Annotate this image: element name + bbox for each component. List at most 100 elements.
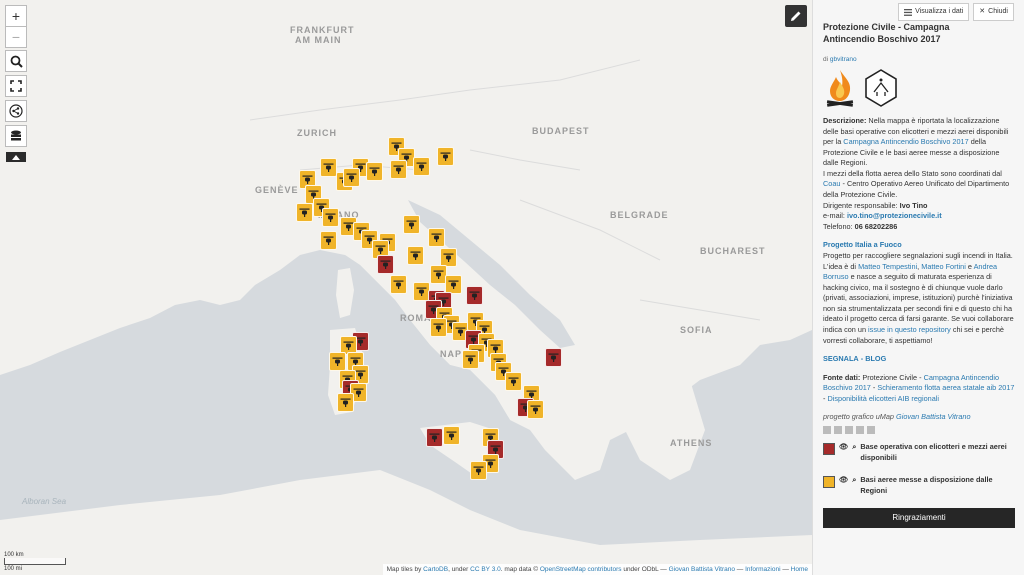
credit-link[interactable]: Giovan Battista Vitrano bbox=[896, 412, 971, 421]
city-label: BUCHAREST bbox=[700, 246, 766, 256]
source-link[interactable]: Disponibilità elicotteri AIB regionali bbox=[827, 394, 939, 403]
collapse-button[interactable] bbox=[6, 152, 26, 162]
segnala-link[interactable]: SEGNALA bbox=[823, 354, 859, 363]
helicopter-icon bbox=[340, 398, 351, 407]
download-icon[interactable] bbox=[845, 426, 853, 435]
helicopter-icon bbox=[299, 208, 310, 217]
zoom-icon[interactable]: ⌕ bbox=[852, 442, 856, 453]
marker-base-operativa[interactable] bbox=[545, 348, 562, 367]
collapse-icon bbox=[12, 154, 20, 160]
fullscreen-button[interactable] bbox=[5, 75, 27, 97]
helicopter-icon bbox=[416, 162, 427, 171]
license-link[interactable]: CC BY 3.0 bbox=[470, 566, 501, 573]
phone-number: 06 68202286 bbox=[854, 221, 898, 231]
panel-description: Descrizione: Nella mappa è riportata la … bbox=[823, 116, 1015, 528]
layers-button[interactable] bbox=[5, 125, 27, 147]
list-icon bbox=[904, 8, 913, 16]
source-text: Protezione Civile - bbox=[862, 372, 922, 382]
edit-map-button[interactable] bbox=[785, 5, 807, 27]
marker-base-regione[interactable] bbox=[527, 400, 544, 419]
marker-base-regione[interactable] bbox=[390, 160, 407, 179]
view-data-button[interactable]: Visualizza i dati bbox=[898, 3, 970, 22]
project-link[interactable]: Progetto Italia a Fuoco bbox=[823, 240, 902, 249]
person-link[interactable]: Matteo Fortini bbox=[921, 262, 966, 271]
coau-link[interactable]: Coau bbox=[823, 179, 840, 188]
marker-base-regione[interactable] bbox=[296, 203, 313, 222]
home-link[interactable]: Home bbox=[791, 566, 808, 573]
osm-link[interactable]: OpenStreetMap contributors bbox=[540, 566, 622, 573]
marker-base-regione[interactable] bbox=[407, 246, 424, 265]
eye-icon[interactable]: 👁 bbox=[839, 442, 848, 453]
marker-base-regione[interactable] bbox=[470, 461, 487, 480]
helicopter-icon bbox=[325, 213, 336, 222]
marker-base-operativa[interactable] bbox=[377, 255, 394, 274]
marker-base-regione[interactable] bbox=[437, 147, 454, 166]
thanks-button[interactable]: Ringraziamenti bbox=[823, 508, 1015, 528]
marker-base-regione[interactable] bbox=[403, 215, 420, 234]
legend-item[interactable]: 👁 ⌕ Basi aeree messe a disposizione dall… bbox=[823, 475, 1015, 496]
marker-base-regione[interactable] bbox=[505, 372, 522, 391]
share-icon bbox=[9, 104, 23, 118]
marker-base-regione[interactable] bbox=[390, 275, 407, 294]
helicopter-icon bbox=[446, 431, 457, 440]
campaign-link[interactable]: Campagna Antincendio Boschivo 2017 bbox=[843, 137, 968, 146]
legend-label: Base operativa con elicotteri e mezzi ae… bbox=[860, 442, 1007, 462]
city-label: BUDAPEST bbox=[532, 126, 590, 136]
marker-base-operativa[interactable] bbox=[466, 286, 483, 305]
embed-icon[interactable] bbox=[823, 426, 831, 435]
marker-base-regione[interactable] bbox=[343, 168, 360, 187]
marker-base-regione[interactable] bbox=[320, 231, 337, 250]
attribution-text: , under bbox=[448, 566, 469, 573]
marker-base-regione[interactable] bbox=[443, 426, 460, 445]
blog-link[interactable]: BLOG bbox=[865, 354, 886, 363]
marker-base-operativa[interactable] bbox=[426, 428, 443, 447]
helicopter-icon bbox=[465, 355, 476, 364]
helicopter-icon bbox=[469, 291, 480, 300]
responsible-name: Ivo Tino bbox=[899, 200, 928, 210]
marker-base-regione[interactable] bbox=[366, 162, 383, 181]
eye-icon[interactable]: 👁 bbox=[839, 475, 848, 486]
phone-label: Telefono: bbox=[823, 221, 853, 231]
info-link[interactable]: Informazioni bbox=[745, 566, 780, 573]
marker-base-regione[interactable] bbox=[428, 228, 445, 247]
marker-base-regione[interactable] bbox=[329, 352, 346, 371]
marker-base-regione[interactable] bbox=[462, 350, 479, 369]
zoom-out-button[interactable]: − bbox=[5, 26, 27, 48]
byline: di gbvitrano bbox=[823, 55, 857, 64]
facebook-icon[interactable] bbox=[867, 426, 875, 435]
zoom-in-button[interactable]: + bbox=[5, 5, 27, 27]
twitter-icon[interactable] bbox=[834, 426, 842, 435]
attribution-text: . map data © bbox=[500, 566, 539, 573]
project-text: e bbox=[967, 261, 972, 271]
author-link[interactable]: Giovan Battista Vitrano bbox=[669, 566, 735, 573]
scale-bar: 100 km 100 mi bbox=[4, 552, 66, 572]
map-canvas[interactable]: FRANKFURT AM MAIN ZURICH MILANO BUDAPEST… bbox=[0, 0, 812, 575]
marker-base-regione[interactable] bbox=[322, 208, 339, 227]
panel-title: Protezione Civile - Campagna Antincendio… bbox=[823, 22, 950, 44]
legend-item[interactable]: 👁 ⌕ Base operativa con elicotteri e mezz… bbox=[823, 442, 1015, 463]
helicopter-icon bbox=[323, 236, 334, 245]
scale-km: 100 km bbox=[4, 552, 24, 558]
author-link[interactable]: gbvitrano bbox=[830, 56, 857, 63]
marker-base-regione[interactable] bbox=[320, 158, 337, 177]
helicopter-icon bbox=[353, 388, 364, 397]
city-label: ATHENS bbox=[670, 438, 713, 448]
person-link[interactable]: Matteo Tempestini bbox=[858, 262, 917, 271]
issue-link[interactable]: issue in questo repository bbox=[868, 325, 951, 334]
marker-base-regione[interactable] bbox=[430, 318, 447, 337]
source-link[interactable]: Schieramento flotta aerea statale aib 20… bbox=[877, 383, 1014, 392]
attribution: Map tiles by CartoDB, under CC BY 3.0. m… bbox=[382, 564, 812, 575]
marker-base-regione[interactable] bbox=[413, 157, 430, 176]
email-link[interactable]: ivo.tino@protezionecivile.it bbox=[847, 211, 942, 220]
cartodb-link[interactable]: CartoDB bbox=[423, 566, 448, 573]
close-label: Chiudi bbox=[988, 8, 1008, 15]
marker-base-regione[interactable] bbox=[337, 393, 354, 412]
print-icon[interactable] bbox=[856, 426, 864, 435]
close-button[interactable]: ✕ Chiudi bbox=[973, 3, 1014, 22]
search-button[interactable] bbox=[5, 50, 27, 72]
zoom-icon[interactable]: ⌕ bbox=[852, 475, 856, 486]
description-label: Descrizione: bbox=[823, 116, 867, 125]
helicopter-icon bbox=[429, 433, 440, 442]
helicopter-icon bbox=[508, 377, 519, 386]
share-button[interactable] bbox=[5, 100, 27, 122]
